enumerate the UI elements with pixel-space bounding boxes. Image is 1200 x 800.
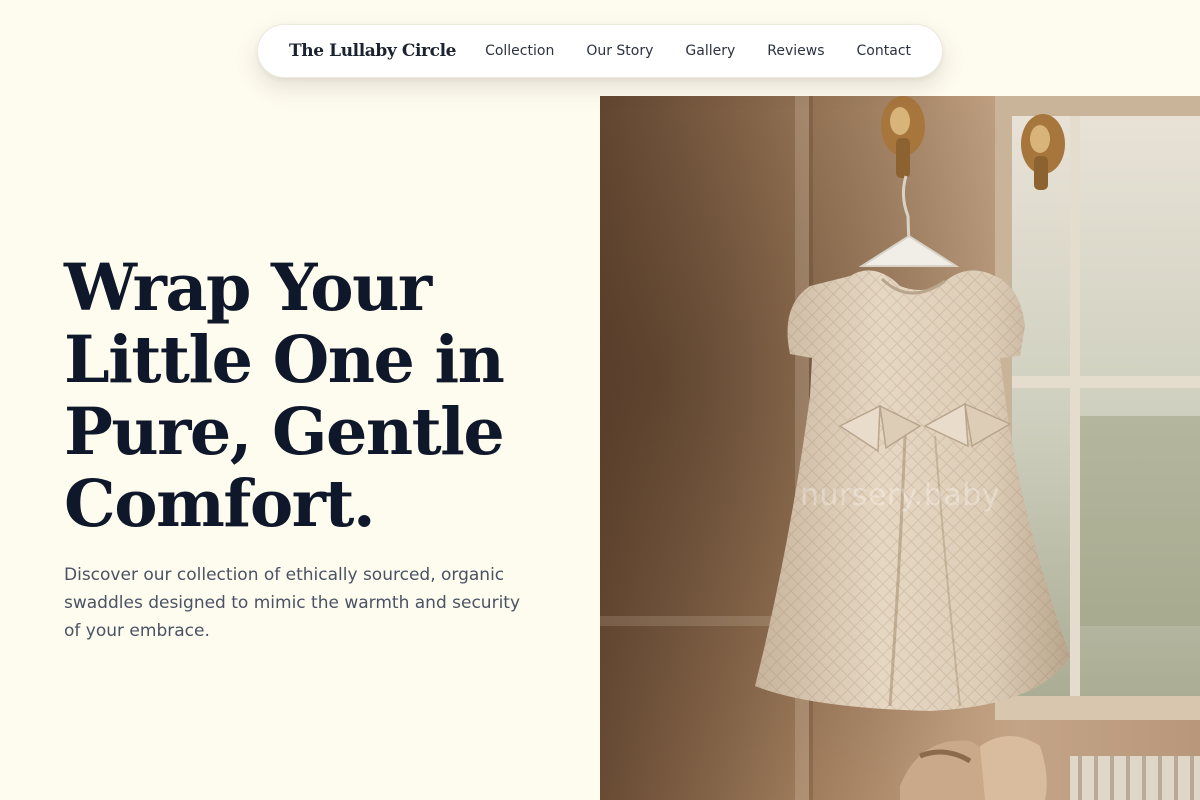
- nav-link-gallery[interactable]: Gallery: [685, 43, 735, 59]
- nav-link-our-story[interactable]: Our Story: [586, 43, 653, 59]
- nav-links: Collection Our Story Gallery Reviews Con…: [485, 43, 911, 59]
- hero-image: [600, 96, 1200, 800]
- nav-link-collection[interactable]: Collection: [485, 43, 554, 59]
- baby-dress-illustration: [600, 96, 1200, 800]
- page: The Lullaby Circle Collection Our Story …: [0, 0, 1200, 800]
- nav-link-contact[interactable]: Contact: [857, 43, 911, 59]
- brand-logo[interactable]: The Lullaby Circle: [289, 41, 456, 61]
- hero-subtitle: Discover our collection of ethically sou…: [64, 565, 521, 641]
- nav-link-reviews[interactable]: Reviews: [767, 43, 824, 59]
- hero-title: Wrap Your Little One in Pure, Gentle Com…: [64, 250, 505, 542]
- top-nav: The Lullaby Circle Collection Our Story …: [257, 24, 943, 78]
